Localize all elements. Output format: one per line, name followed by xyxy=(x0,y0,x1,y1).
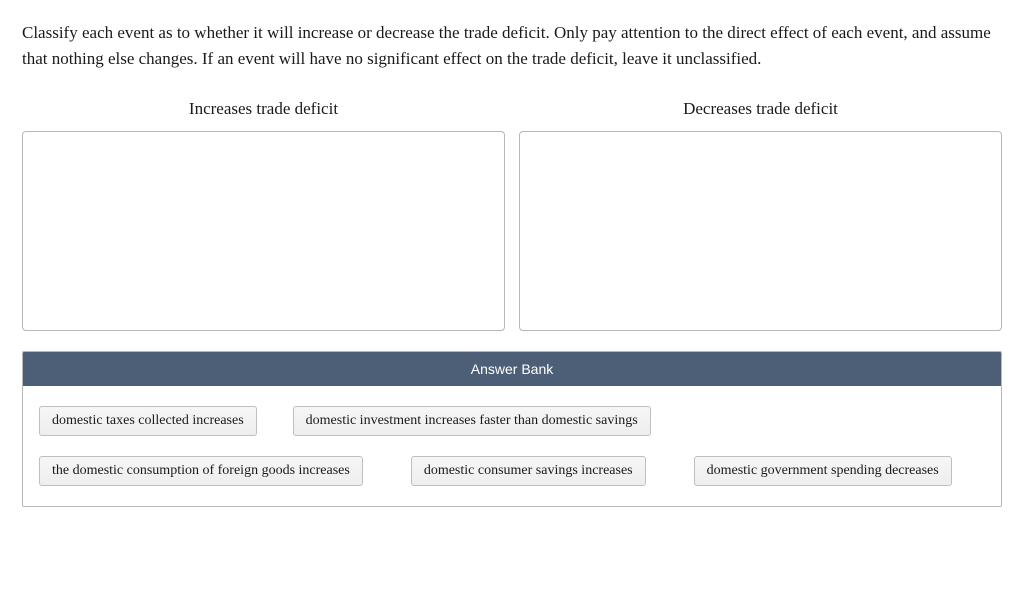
increases-column: Increases trade deficit xyxy=(22,99,505,331)
decreases-label: Decreases trade deficit xyxy=(519,99,1002,119)
answer-item-consumption[interactable]: the domestic consumption of foreign good… xyxy=(39,456,363,486)
drop-zones-container: Increases trade deficit Decreases trade … xyxy=(22,99,1002,331)
answer-row-1: domestic taxes collected increases domes… xyxy=(39,406,985,436)
decreases-column: Decreases trade deficit xyxy=(519,99,1002,331)
answer-row-2: the domestic consumption of foreign good… xyxy=(39,456,985,486)
answer-item-spending[interactable]: domestic government spending decreases xyxy=(694,456,952,486)
increases-label: Increases trade deficit xyxy=(22,99,505,119)
answer-bank-body: domestic taxes collected increases domes… xyxy=(23,386,1001,506)
increases-drop-area[interactable] xyxy=(22,131,505,331)
decreases-drop-area[interactable] xyxy=(519,131,1002,331)
answer-item-taxes[interactable]: domestic taxes collected increases xyxy=(39,406,257,436)
question-instructions: Classify each event as to whether it wil… xyxy=(22,20,1002,71)
answer-bank: Answer Bank domestic taxes collected inc… xyxy=(22,351,1002,507)
answer-item-investment[interactable]: domestic investment increases faster tha… xyxy=(293,406,651,436)
answer-bank-header: Answer Bank xyxy=(23,352,1001,386)
answer-item-savings[interactable]: domestic consumer savings increases xyxy=(411,456,646,486)
